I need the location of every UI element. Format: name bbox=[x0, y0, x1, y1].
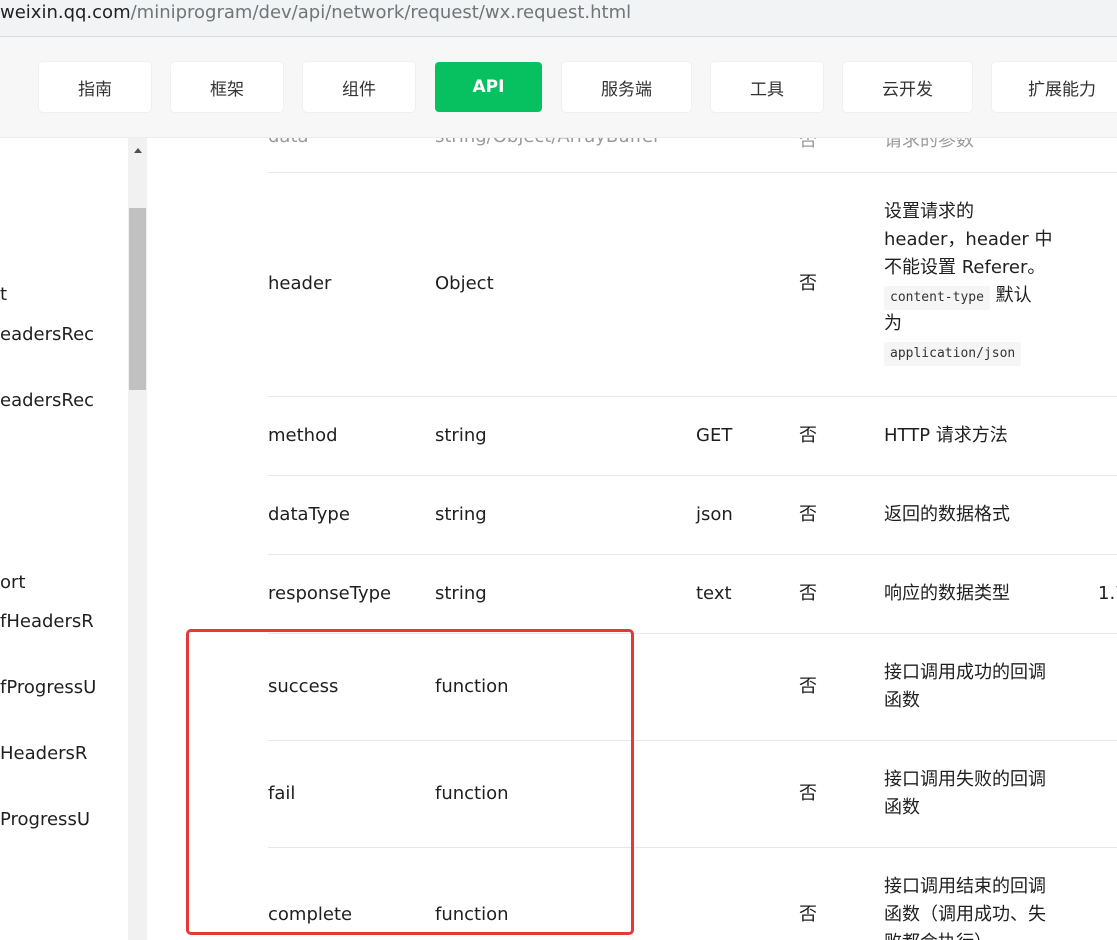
desc-line: 不能设置 Referer。 bbox=[884, 257, 1046, 278]
table-cell-desc: HTTP 请求方法 bbox=[884, 425, 1008, 446]
tab-extensions[interactable]: 扩展能力 bbox=[992, 62, 1117, 112]
desc-line: 接口调用结束的回调 bbox=[884, 876, 1046, 897]
tab-components[interactable]: 组件 bbox=[303, 62, 415, 112]
tab-tools[interactable]: 工具 bbox=[711, 62, 823, 112]
row-divider bbox=[268, 396, 1117, 397]
row-divider bbox=[268, 633, 1117, 634]
sidebar-item[interactable]: fProgressU bbox=[0, 677, 96, 698]
code-tag: application/json bbox=[884, 342, 1022, 366]
table-cell-desc: 接口调用结束的回调 函数（调用成功、失 败都会执行） bbox=[884, 873, 1054, 940]
tab-label: 工具 bbox=[750, 79, 784, 100]
table-cell-type: function bbox=[435, 904, 509, 925]
tab-label: 云开发 bbox=[882, 79, 933, 100]
desc-line: 设置请求的 bbox=[884, 201, 974, 222]
tab-label: 框架 bbox=[210, 79, 244, 100]
desc-line: 接口调用成功的回调 bbox=[884, 662, 1046, 683]
sidebar-item[interactable]: eadersRec bbox=[0, 390, 94, 411]
tab-label: 服务端 bbox=[601, 79, 652, 100]
table-cell-type: function bbox=[435, 783, 509, 804]
table-cell-name: success bbox=[268, 676, 339, 697]
table-cell-desc: 接口调用成功的回调 函数 bbox=[884, 659, 1054, 715]
table-cell-type: function bbox=[435, 676, 509, 697]
tab-label: 组件 bbox=[342, 79, 376, 100]
table-cell-type: string bbox=[435, 504, 487, 525]
table-cell-required: 否 bbox=[799, 504, 817, 525]
table-cell-version: 1.7 bbox=[1098, 583, 1117, 604]
tab-api[interactable]: API bbox=[435, 62, 542, 112]
params-table: data string/Object/ArrayBuffer 否 请求的参数 h… bbox=[147, 138, 1117, 940]
table-cell-desc: 设置请求的 header，header 中 不能设置 Referer。 cont… bbox=[884, 198, 1054, 366]
tab-cloud-dev[interactable]: 云开发 bbox=[843, 62, 972, 112]
table-cell-name: data bbox=[268, 138, 309, 147]
table-cell-desc: 接口调用失败的回调 函数 bbox=[884, 766, 1054, 822]
table-cell-required: 否 bbox=[799, 425, 817, 446]
sidebar-item[interactable]: t bbox=[0, 284, 7, 305]
table-cell-type: string/Object/ArrayBuffer bbox=[435, 138, 661, 147]
sidebar-item[interactable]: ort bbox=[0, 572, 25, 593]
desc-line: 函数（调用成功、失 bbox=[884, 904, 1046, 925]
table-cell-required: 否 bbox=[799, 783, 817, 804]
row-divider bbox=[268, 554, 1117, 555]
sidebar-item[interactable]: fHeadersR bbox=[0, 611, 94, 632]
table-cell-default: GET bbox=[696, 425, 733, 446]
row-divider bbox=[268, 740, 1117, 741]
desc-line: content-type 默认 bbox=[884, 282, 1054, 310]
tab-framework[interactable]: 框架 bbox=[171, 62, 283, 112]
table-cell-desc: 响应的数据类型 bbox=[884, 583, 1010, 604]
desc-line: 函数 bbox=[884, 797, 920, 818]
table-cell-required: 否 bbox=[799, 273, 817, 294]
table-cell-name: responseType bbox=[268, 583, 392, 604]
row-divider bbox=[268, 172, 1117, 173]
table-cell-default: json bbox=[696, 504, 733, 525]
tab-guide[interactable]: 指南 bbox=[39, 62, 151, 112]
sidebar-item[interactable]: HeadersR bbox=[0, 743, 87, 764]
address-bar[interactable]: weixin.qq.com/miniprogram/dev/api/networ… bbox=[0, 0, 1117, 37]
table-cell-type: Object bbox=[435, 273, 494, 294]
desc-line: 接口调用失败的回调 bbox=[884, 769, 1046, 790]
sidebar-item[interactable]: eadersRec bbox=[0, 324, 94, 345]
row-divider bbox=[268, 475, 1117, 476]
desc-line: 败都会执行） bbox=[884, 929, 1054, 940]
table-cell-type: string bbox=[435, 583, 487, 604]
table-cell-name: dataType bbox=[268, 504, 350, 525]
table-cell-default: text bbox=[696, 583, 732, 604]
top-nav: 指南 框架 组件 API 服务端 工具 云开发 扩展能力 bbox=[0, 37, 1117, 138]
code-tag: content-type bbox=[884, 286, 990, 310]
desc-line: 函数 bbox=[884, 690, 920, 711]
row-divider bbox=[268, 847, 1117, 848]
table-cell-required: 否 bbox=[799, 676, 817, 697]
scroll-up-arrow-icon[interactable] bbox=[128, 142, 147, 158]
sidebar-item[interactable]: ProgressU bbox=[0, 809, 90, 830]
desc-line: 为 bbox=[884, 313, 902, 334]
tab-server[interactable]: 服务端 bbox=[562, 62, 691, 112]
table-cell-required: 否 bbox=[799, 138, 817, 151]
table-cell-name: method bbox=[268, 425, 338, 446]
sidebar: t eadersRec eadersRec ort fHeadersR fPro… bbox=[0, 138, 128, 940]
table-cell-required: 否 bbox=[799, 583, 817, 604]
table-cell-desc: 返回的数据格式 bbox=[884, 504, 1010, 525]
scrollbar-thumb[interactable] bbox=[129, 208, 146, 390]
desc-line: application/json bbox=[884, 338, 1054, 366]
tab-label: API bbox=[472, 77, 505, 97]
table-cell-name: fail bbox=[268, 783, 296, 804]
url-text: weixin.qq.com/miniprogram/dev/api/networ… bbox=[0, 2, 632, 23]
table-cell-name: complete bbox=[268, 904, 353, 925]
tab-label: 指南 bbox=[78, 79, 112, 100]
table-cell-type: string bbox=[435, 425, 487, 446]
tab-label: 扩展能力 bbox=[1028, 79, 1096, 100]
table-cell-desc: 请求的参数 bbox=[884, 138, 974, 151]
table-cell-name: header bbox=[268, 273, 332, 294]
desc-line: header，header 中 bbox=[884, 229, 1053, 250]
table-cell-required: 否 bbox=[799, 904, 817, 925]
sidebar-scrollbar[interactable] bbox=[128, 138, 147, 940]
